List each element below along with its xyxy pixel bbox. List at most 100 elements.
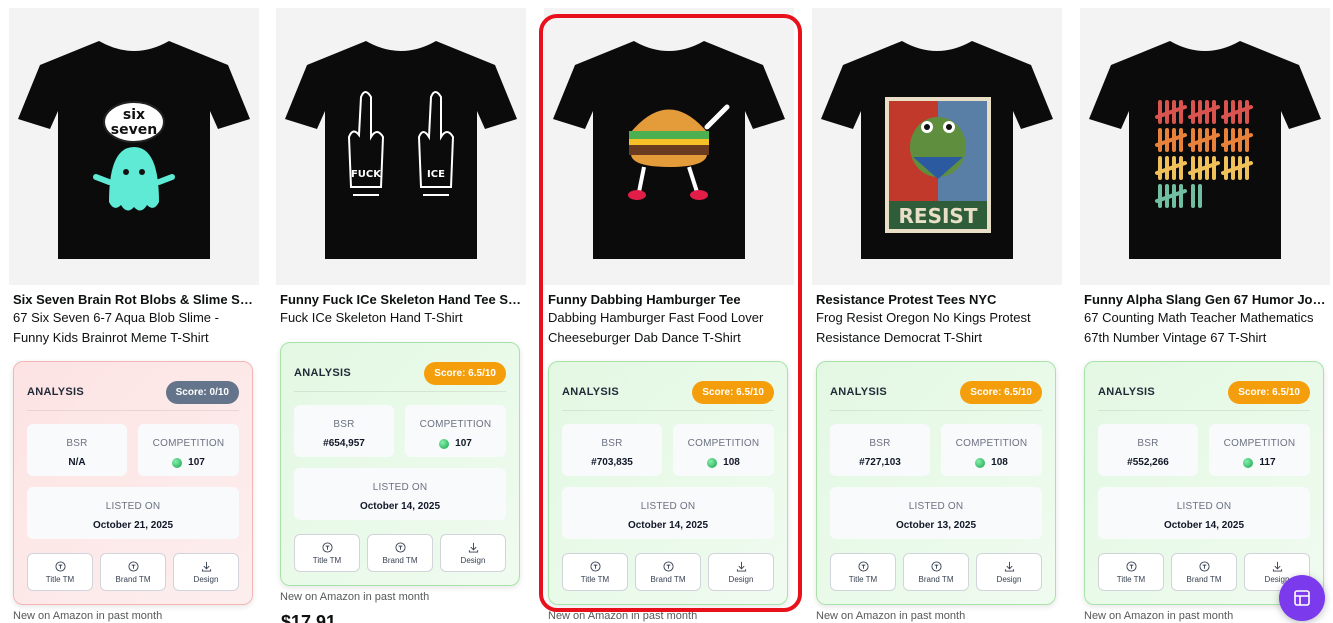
brand-tm-label: Brand TM bbox=[1186, 575, 1222, 584]
product-image[interactable]: RESIST bbox=[812, 8, 1062, 285]
competition-stat: COMPETITION 117 bbox=[1209, 424, 1310, 476]
design-download-button[interactable]: Design bbox=[976, 553, 1042, 591]
analysis-label: ANALYSIS bbox=[562, 386, 620, 398]
status-dot-icon bbox=[707, 457, 718, 468]
design-download-button[interactable]: Design bbox=[440, 534, 506, 572]
title-tm-button[interactable]: Title TM bbox=[562, 553, 628, 591]
product-card[interactable]: Funny Alpha Slang Gen 67 Humor Jokes Shi… bbox=[1080, 8, 1330, 623]
status-dot-icon bbox=[1243, 457, 1254, 468]
brand-tm-button[interactable]: Brand TM bbox=[635, 553, 701, 591]
title-tm-button[interactable]: Title TM bbox=[830, 553, 896, 591]
download-icon bbox=[1004, 561, 1014, 572]
tshirt-image bbox=[1089, 40, 1321, 259]
competition-stat: COMPETITION 107 bbox=[138, 424, 239, 476]
title-tm-label: Title TM bbox=[45, 575, 75, 584]
product-subtitle[interactable]: Fuck ICe Skeleton Hand T-Shirt bbox=[280, 308, 524, 328]
product-image[interactable]: FUCK ICE bbox=[276, 8, 526, 285]
title-tm-button[interactable]: Title TM bbox=[27, 553, 93, 591]
floating-panel-button[interactable] bbox=[1279, 575, 1325, 621]
product-image[interactable] bbox=[1080, 8, 1330, 285]
divider bbox=[830, 410, 1042, 411]
product-card[interactable]: six seven Six Seven Brain Rot Blobs & Sl… bbox=[9, 8, 259, 623]
product-title[interactable]: Funny Alpha Slang Gen 67 Humor Jokes Shi… bbox=[1084, 292, 1328, 308]
competition-label: COMPETITION bbox=[687, 438, 760, 449]
brand-tm-label: Brand TM bbox=[918, 575, 954, 584]
product-card[interactable]: RESIST Resistance Protest Tees NYC Frog … bbox=[812, 8, 1062, 623]
product-subtitle[interactable]: Dabbing Hamburger Fast Food Lover bbox=[548, 308, 792, 328]
product-title[interactable]: Funny Dabbing Hamburger Tee bbox=[548, 292, 792, 308]
design-download-button[interactable]: Design bbox=[173, 553, 239, 591]
shirt-text: RESIST bbox=[899, 204, 978, 228]
divider bbox=[27, 410, 239, 411]
product-subtitle[interactable]: Funny Kids Brainrot Meme T-Shirt bbox=[13, 328, 257, 348]
analysis-panel: ANALYSIS Score: 6.5/10 BSR #552,266 COMP… bbox=[1084, 361, 1324, 605]
new-badge: New on Amazon in past month bbox=[13, 610, 163, 622]
divider bbox=[1098, 410, 1310, 411]
product-subtitle[interactable]: Resistance Democrat T-Shirt bbox=[816, 328, 1060, 348]
analysis-panel: ANALYSIS Score: 6.5/10 BSR #654,957 COMP… bbox=[280, 342, 520, 586]
listed-value: October 14, 2025 bbox=[1163, 520, 1245, 531]
product-title[interactable]: Funny Fuck ICe Skeleton Hand Tee Shirt bbox=[280, 292, 524, 308]
listed-stat: LISTED ON October 14, 2025 bbox=[562, 487, 774, 539]
listed-value: October 21, 2025 bbox=[92, 520, 174, 531]
product-subtitle[interactable]: 67th Number Vintage 67 T-Shirt bbox=[1084, 328, 1328, 348]
listed-stat: LISTED ON October 14, 2025 bbox=[1098, 487, 1310, 539]
score-badge: Score: 6.5/10 bbox=[692, 380, 774, 404]
divider bbox=[562, 410, 774, 411]
title-tm-label: Title TM bbox=[1116, 575, 1146, 584]
score-badge: Score: 6.5/10 bbox=[424, 361, 506, 385]
bsr-value: N/A bbox=[68, 457, 86, 468]
competition-label: COMPETITION bbox=[955, 438, 1028, 449]
tshirt-image: RESIST bbox=[821, 40, 1053, 259]
competition-label: COMPETITION bbox=[419, 419, 492, 430]
title-tm-button[interactable]: Title TM bbox=[1098, 553, 1164, 591]
analysis-label: ANALYSIS bbox=[830, 386, 888, 398]
new-badge: New on Amazon in past month bbox=[816, 610, 966, 622]
brand-tm-button[interactable]: Brand TM bbox=[100, 553, 166, 591]
bsr-value: #703,835 bbox=[591, 457, 633, 468]
trademark-icon bbox=[54, 561, 66, 572]
analysis-panel: ANALYSIS Score: 6.5/10 BSR #727,103 COMP… bbox=[816, 361, 1056, 605]
design-label: Design bbox=[460, 556, 486, 565]
bsr-value: #654,957 bbox=[323, 438, 365, 449]
new-badge: New on Amazon in past month bbox=[1084, 610, 1234, 622]
analysis-label: ANALYSIS bbox=[294, 367, 352, 379]
product-title[interactable]: Resistance Protest Tees NYC bbox=[816, 292, 1060, 308]
product-subtitle[interactable]: 67 Counting Math Teacher Mathematics bbox=[1084, 308, 1328, 328]
title-tm-button[interactable]: Title TM bbox=[294, 534, 360, 572]
product-title[interactable]: Six Seven Brain Rot Blobs & Slime Shirt bbox=[13, 292, 257, 308]
brand-tm-label: Brand TM bbox=[115, 575, 151, 584]
shirt-text: ICE bbox=[427, 169, 445, 180]
product-image[interactable] bbox=[544, 8, 794, 285]
design-download-button[interactable]: Design bbox=[708, 553, 774, 591]
product-image[interactable]: six seven bbox=[9, 8, 259, 285]
bsr-stat: BSR #703,835 bbox=[562, 424, 662, 476]
trademark-icon bbox=[1125, 561, 1137, 572]
brand-tm-button[interactable]: Brand TM bbox=[1171, 553, 1237, 591]
competition-value: 108 bbox=[673, 457, 774, 468]
trademark-icon bbox=[589, 561, 601, 572]
bsr-label: BSR bbox=[869, 438, 891, 449]
listed-value: October 14, 2025 bbox=[359, 501, 441, 512]
download-icon bbox=[736, 561, 746, 572]
product-card[interactable]: FUCK ICE Funny Fuck ICe Skeleton Hand Te… bbox=[276, 8, 526, 623]
score-badge: Score: 6.5/10 bbox=[960, 380, 1042, 404]
new-badge: New on Amazon in past month bbox=[280, 591, 430, 603]
design-label: Design bbox=[193, 575, 219, 584]
brand-tm-button[interactable]: Brand TM bbox=[367, 534, 433, 572]
product-subtitle[interactable]: Cheeseburger Dab Dance T-Shirt bbox=[548, 328, 792, 348]
shirt-text: FUCK bbox=[351, 169, 382, 180]
product-subtitle[interactable]: Frog Resist Oregon No Kings Protest bbox=[816, 308, 1060, 328]
brand-tm-button[interactable]: Brand TM bbox=[903, 553, 969, 591]
product-subtitle[interactable]: 67 Six Seven 6-7 Aqua Blob Slime - bbox=[13, 308, 257, 328]
score-badge: Score: 0/10 bbox=[165, 380, 239, 404]
tshirt-image bbox=[553, 40, 785, 259]
title-tm-label: Title TM bbox=[312, 556, 342, 565]
shirt-text: six bbox=[123, 107, 145, 123]
bsr-label: BSR bbox=[66, 438, 88, 449]
trademark-icon bbox=[127, 561, 139, 572]
competition-value: 108 bbox=[941, 457, 1042, 468]
product-price: $17.91 bbox=[281, 612, 337, 623]
competition-label: COMPETITION bbox=[1223, 438, 1296, 449]
product-card[interactable]: Funny Dabbing Hamburger Tee Dabbing Hamb… bbox=[544, 8, 794, 623]
